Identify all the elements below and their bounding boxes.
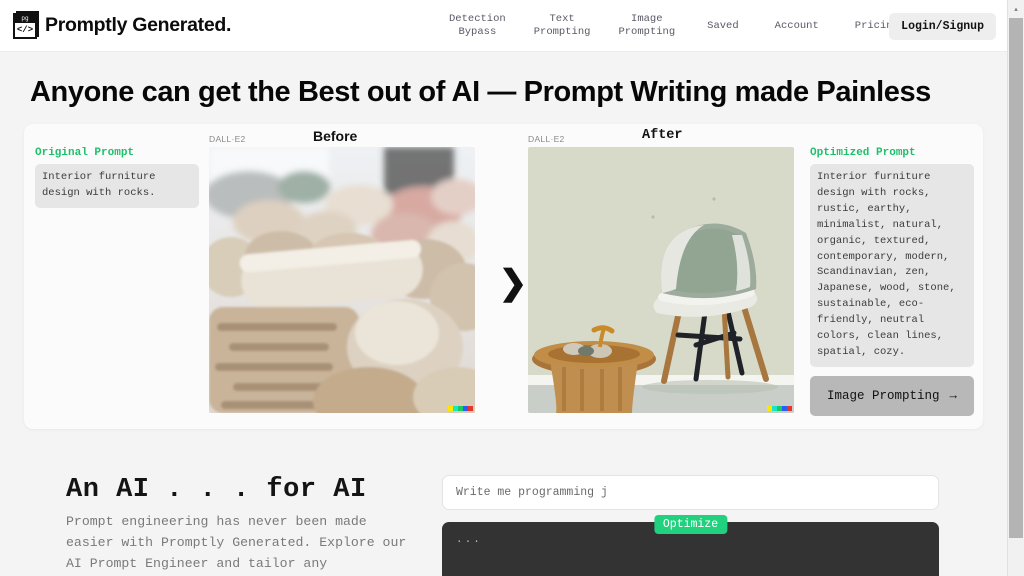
dalle-watermark — [448, 406, 473, 411]
ai-for-ai-body: Prompt engineering has never been made e… — [66, 514, 407, 571]
image-prompting-cta-button[interactable]: Image Prompting → — [810, 376, 974, 416]
prompt-input[interactable] — [442, 475, 939, 510]
before-image-illustration — [209, 147, 475, 413]
image-prompting-cta-label: Image Prompting — [826, 389, 940, 403]
brand-logo[interactable]: pg </> Promptly Generated. — [11, 10, 232, 41]
before-after-showcase: Before After Original Prompt Interior fu… — [24, 124, 983, 429]
logo-badge-text: pg — [15, 14, 35, 23]
nav-saved[interactable]: Saved — [689, 20, 757, 33]
site-header: pg </> Promptly Generated. Detection Byp… — [0, 0, 1007, 52]
nav-text-prompting[interactable]: Text Prompting — [520, 13, 605, 39]
login-signup-button[interactable]: Login/Signup — [889, 13, 996, 40]
ai-for-ai-section: An AI . . . for AI Prompt engineering ha… — [0, 475, 1007, 576]
ai-for-ai-copy: An AI . . . for AI Prompt engineering ha… — [66, 475, 416, 574]
before-watermark-label: DALL·E2 — [209, 134, 246, 144]
original-prompt-block: Original Prompt Interior furniture desig… — [35, 147, 199, 208]
main-nav: Detection Bypass Text Prompting Image Pr… — [435, 0, 917, 52]
before-image — [209, 147, 475, 413]
arrow-right-icon: → — [949, 389, 958, 403]
page-content: pg </> Promptly Generated. Detection Byp… — [0, 0, 1007, 576]
logo-code-text: </> — [16, 24, 34, 35]
page-headline: Anyone can get the Best out of AI — Prom… — [30, 76, 931, 108]
chevron-right-icon: ❯ — [498, 264, 528, 302]
ai-for-ai-title: An AI . . . for AI — [66, 475, 367, 505]
browser-viewport: pg </> Promptly Generated. Detection Byp… — [0, 0, 1024, 576]
after-watermark-label: DALL·E2 — [528, 134, 565, 144]
code-document-icon: pg </> — [11, 10, 39, 41]
nav-image-prompting[interactable]: Image Prompting — [604, 13, 689, 39]
optimized-prompt-text: Interior furniture design with rocks, ru… — [810, 164, 974, 367]
nav-detection-bypass[interactable]: Detection Bypass — [435, 13, 520, 39]
after-image — [528, 147, 794, 413]
optimize-button[interactable]: Optimize — [653, 515, 728, 534]
prompt-playground: Optimize ... — [442, 475, 939, 576]
original-prompt-title: Original Prompt — [35, 147, 135, 159]
vertical-scrollbar[interactable]: ▴ — [1007, 0, 1024, 576]
optimized-prompt-title: Optimized Prompt — [810, 147, 916, 159]
nav-account[interactable]: Account — [757, 20, 837, 33]
scroll-up-arrow-icon[interactable]: ▴ — [1008, 0, 1024, 17]
before-label: Before — [313, 128, 358, 144]
optimized-prompt-block: Optimized Prompt Interior furniture desi… — [810, 147, 974, 367]
after-image-illustration — [528, 147, 794, 413]
scrollbar-thumb[interactable] — [1009, 18, 1023, 538]
after-label: After — [642, 128, 683, 143]
original-prompt-text: Interior furniture design with rocks. — [35, 164, 199, 208]
dalle-watermark — [767, 406, 792, 411]
brand-name: Promptly Generated. — [45, 14, 232, 36]
